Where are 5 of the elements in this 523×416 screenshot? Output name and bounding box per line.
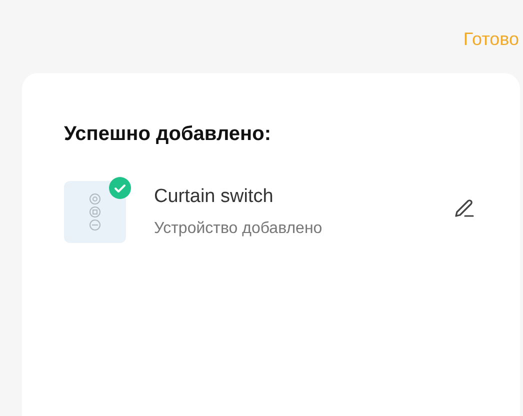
switch-icon xyxy=(88,192,102,232)
device-name: Curtain switch xyxy=(154,185,274,209)
device-status: Устройство добавлено xyxy=(154,219,324,239)
card-title: Успешно добавлено: xyxy=(64,122,272,147)
done-button[interactable]: Готово xyxy=(463,26,519,52)
